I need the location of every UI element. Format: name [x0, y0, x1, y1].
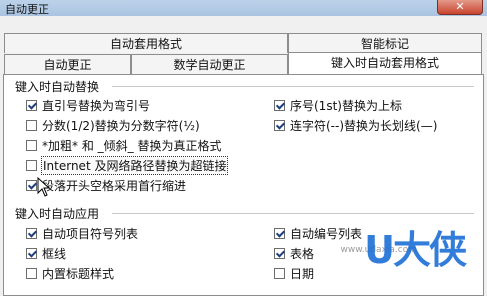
- checkbox[interactable]: [274, 267, 285, 279]
- close-icon: ✕: [455, 0, 465, 13]
- option-label: 分数(1/2)替换为分数字符(½): [42, 118, 200, 133]
- option-label: 段落开头空格采用首行缩进: [42, 178, 187, 193]
- option-label: 框线: [42, 246, 67, 261]
- section-divider: [112, 213, 474, 214]
- tab-smart-tags[interactable]: 智能标记: [288, 33, 482, 53]
- checkbox[interactable]: [26, 247, 37, 259]
- option-dates[interactable]: 日期: [274, 265, 314, 281]
- option-auto-numbering[interactable]: 自动编号列表: [274, 225, 362, 241]
- checkbox[interactable]: [274, 119, 285, 131]
- option-label: Internet 及网络路径替换为超链接: [40, 155, 229, 175]
- tab-label: 数学自动更正: [173, 58, 246, 72]
- tab-math-autocorrect[interactable]: 数学自动更正: [131, 54, 288, 74]
- tab-label: 智能标记: [360, 37, 409, 51]
- close-button[interactable]: ✕: [437, 0, 483, 15]
- option-bold-italic[interactable]: *加粗* 和 _倾斜_ 替换为真正格式: [26, 137, 221, 153]
- section-title-apply: 键入时自动应用: [15, 207, 100, 221]
- window-title: 自动更正: [5, 3, 49, 16]
- tab-label: 自动更正: [43, 58, 92, 72]
- option-label: 自动项目符号列表: [42, 226, 139, 241]
- option-label: 自动编号列表: [290, 226, 363, 241]
- checkbox[interactable]: [26, 159, 37, 171]
- checkbox[interactable]: [26, 139, 37, 151]
- tab-autoformat[interactable]: 自动套用格式: [4, 33, 288, 53]
- option-label: 表格: [290, 246, 315, 261]
- section-divider: [112, 86, 474, 87]
- watermark-logo: U大侠: [364, 228, 467, 272]
- option-ordinals-superscript[interactable]: 序号(1st)替换为上标: [274, 97, 402, 113]
- tab-autocorrect[interactable]: 自动更正: [4, 54, 131, 74]
- option-fractions[interactable]: 分数(1/2)替换为分数字符(½): [26, 117, 200, 133]
- option-label: 内置标题样式: [42, 266, 115, 281]
- option-borders[interactable]: 框线: [26, 245, 66, 261]
- option-smart-quotes[interactable]: 直引号替换为弯引号: [26, 97, 150, 113]
- option-internet-hyperlinks[interactable]: Internet 及网络路径替换为超链接: [26, 155, 229, 175]
- checkbox[interactable]: [26, 99, 37, 111]
- tab-label: 键入时自动套用格式: [330, 56, 439, 70]
- option-label: *加粗* 和 _倾斜_ 替换为真正格式: [42, 138, 222, 153]
- checkbox[interactable]: [274, 99, 285, 111]
- tab-autoformat-as-you-type[interactable]: 键入时自动套用格式: [288, 52, 482, 74]
- tab-label: 自动套用格式: [109, 37, 182, 51]
- option-tables[interactable]: 表格: [274, 245, 314, 261]
- title-bar: 自动更正 ✕: [0, 0, 487, 16]
- option-label: 直引号替换为弯引号: [42, 98, 151, 113]
- checkbox[interactable]: [26, 227, 37, 239]
- section-title-replace: 键入时自动替换: [15, 80, 100, 94]
- checkbox[interactable]: [26, 179, 37, 191]
- option-auto-bullets[interactable]: 自动项目符号列表: [26, 225, 138, 241]
- option-label: 连字符(--)替换为长划线(—): [290, 118, 438, 133]
- option-hyphens-dash[interactable]: 连字符(--)替换为长划线(—): [274, 117, 437, 133]
- checkbox[interactable]: [26, 119, 37, 131]
- mouse-cursor-icon: [37, 176, 51, 197]
- checkbox[interactable]: [274, 227, 285, 239]
- option-label: 日期: [290, 266, 315, 281]
- option-label: 序号(1st)替换为上标: [290, 98, 402, 113]
- checkbox[interactable]: [274, 247, 285, 259]
- option-builtin-headings[interactable]: 内置标题样式: [26, 265, 114, 281]
- checkbox[interactable]: [26, 267, 37, 279]
